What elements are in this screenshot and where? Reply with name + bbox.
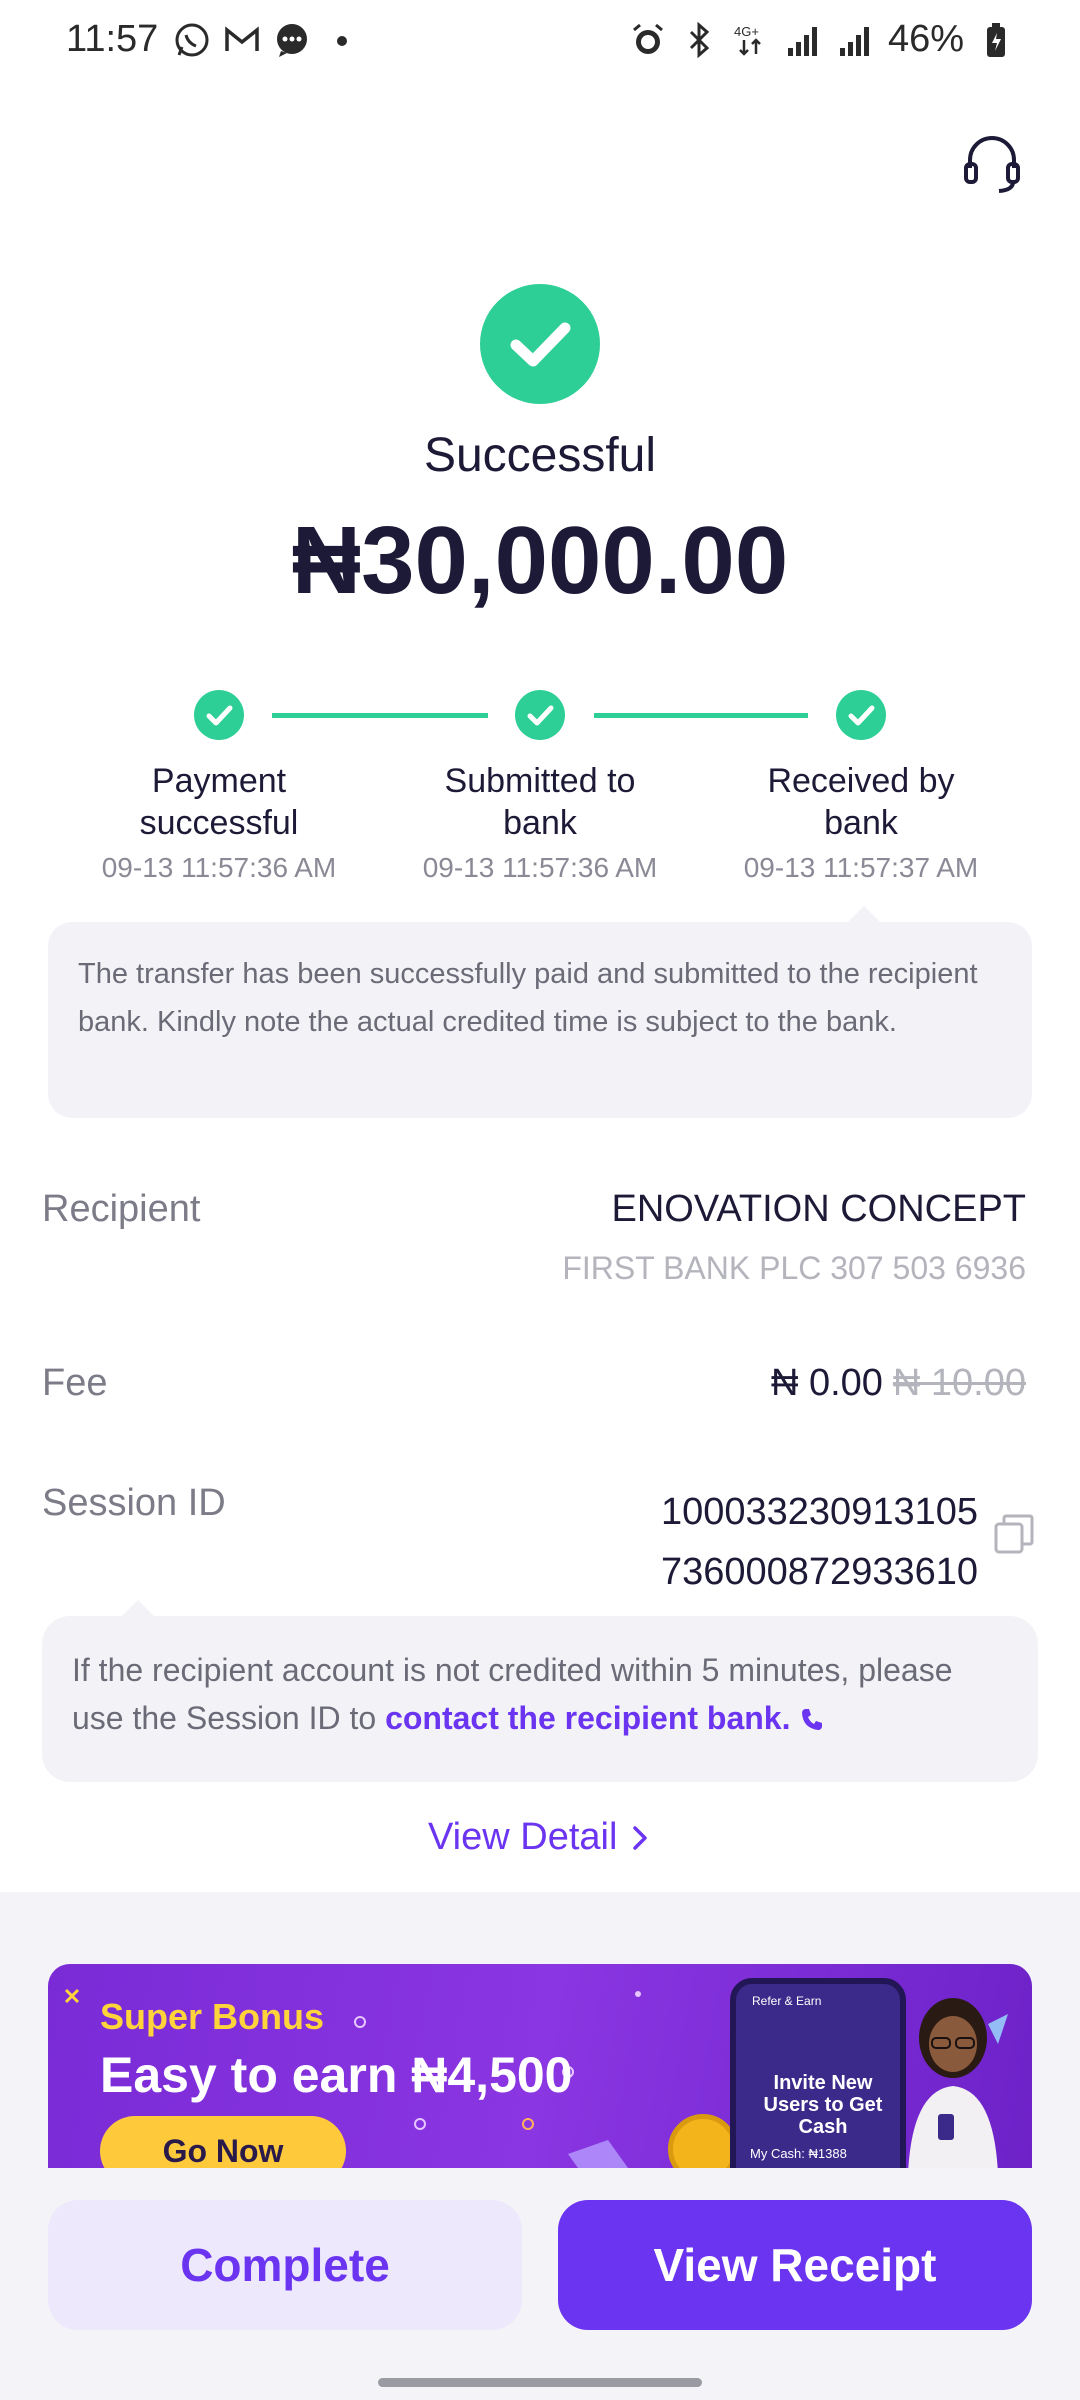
step-label: Received by bank <box>767 762 955 842</box>
session-id-value[interactable]: 100033230913105 736000872933610 <box>661 1482 978 1602</box>
phone-icon <box>802 1709 823 1730</box>
step-check-icon <box>836 690 886 740</box>
step-label: Payment successful <box>139 762 299 842</box>
bluetooth-icon <box>680 20 720 60</box>
recipient-label: Recipient <box>42 1188 201 1230</box>
progress-line <box>272 713 488 718</box>
transaction-status: Successful <box>423 429 657 482</box>
status-time: 11:57 <box>66 18 159 60</box>
view-receipt-button[interactable]: View Receipt <box>558 2200 1032 2330</box>
battery-percentage: 46% <box>887 18 964 60</box>
step-check-icon <box>194 690 244 740</box>
recipient-name: ENOVATION CONCEPT <box>611 1188 1026 1230</box>
progress-tracker: Payment successful Submitted to bank Rec… <box>0 690 1080 900</box>
recipient-bank: FIRST BANK PLC 307 503 6936 <box>562 1250 1026 1286</box>
fee-label: Fee <box>42 1362 108 1404</box>
notification-dot-icon <box>322 20 362 60</box>
network-type-icon: 4G+ <box>732 20 772 60</box>
banner-headline: Easy to earn ₦4,500 <box>100 2047 573 2103</box>
copy-icon[interactable] <box>992 1512 1036 1556</box>
success-check-icon <box>480 284 600 404</box>
transaction-amount: ₦30,000.00 <box>291 507 789 614</box>
phone-illustration: Refer & Earn Invite New Users to Get Cas… <box>730 1978 906 2168</box>
alarm-icon <box>628 20 668 60</box>
signal-icon <box>784 20 824 60</box>
promo-banner[interactable]: Super Bonus Easy to earn ₦4,500 Go Now R… <box>48 1964 1032 2168</box>
step-time: 09-13 11:57:36 AM <box>101 852 337 883</box>
fee-original: ₦ 10.00 <box>892 1362 1026 1404</box>
go-now-button[interactable]: Go Now <box>100 2116 346 2168</box>
whatsapp-icon <box>172 20 212 60</box>
banner-super-bonus: Super Bonus <box>100 1996 325 2037</box>
step-label: Submitted to bank <box>444 762 636 842</box>
status-bar: 11:57 4G+ 46% <box>0 0 1080 80</box>
session-note: If the recipient account is not credited… <box>42 1616 1038 1782</box>
fee-value: ₦ 0.00 ₦ 10.00 <box>771 1362 1026 1405</box>
messages-icon <box>272 20 312 60</box>
step-time: 09-13 11:57:36 AM <box>422 852 658 883</box>
battery-charging-icon <box>976 20 1016 60</box>
step-check-icon <box>515 690 565 740</box>
progress-line <box>594 713 808 718</box>
headset-icon[interactable] <box>960 130 1024 194</box>
contact-bank-link[interactable]: contact the recipient bank. <box>385 1700 825 1736</box>
signal-2-icon <box>836 20 876 60</box>
person-illustration <box>898 1994 1008 2168</box>
view-detail-link[interactable]: View Detail <box>0 1816 1080 1859</box>
session-id-label: Session ID <box>42 1482 226 1524</box>
svg-text:4G+: 4G+ <box>734 24 759 39</box>
gmail-icon <box>222 20 262 60</box>
chevron-right-icon <box>633 1826 647 1850</box>
transfer-note: The transfer has been successfully paid … <box>48 922 1032 1118</box>
complete-button[interactable]: Complete <box>48 2200 522 2330</box>
fee-amount: ₦ 0.00 <box>770 1362 883 1404</box>
home-indicator[interactable] <box>378 2378 702 2387</box>
step-time: 09-13 11:57:37 AM <box>743 852 979 883</box>
